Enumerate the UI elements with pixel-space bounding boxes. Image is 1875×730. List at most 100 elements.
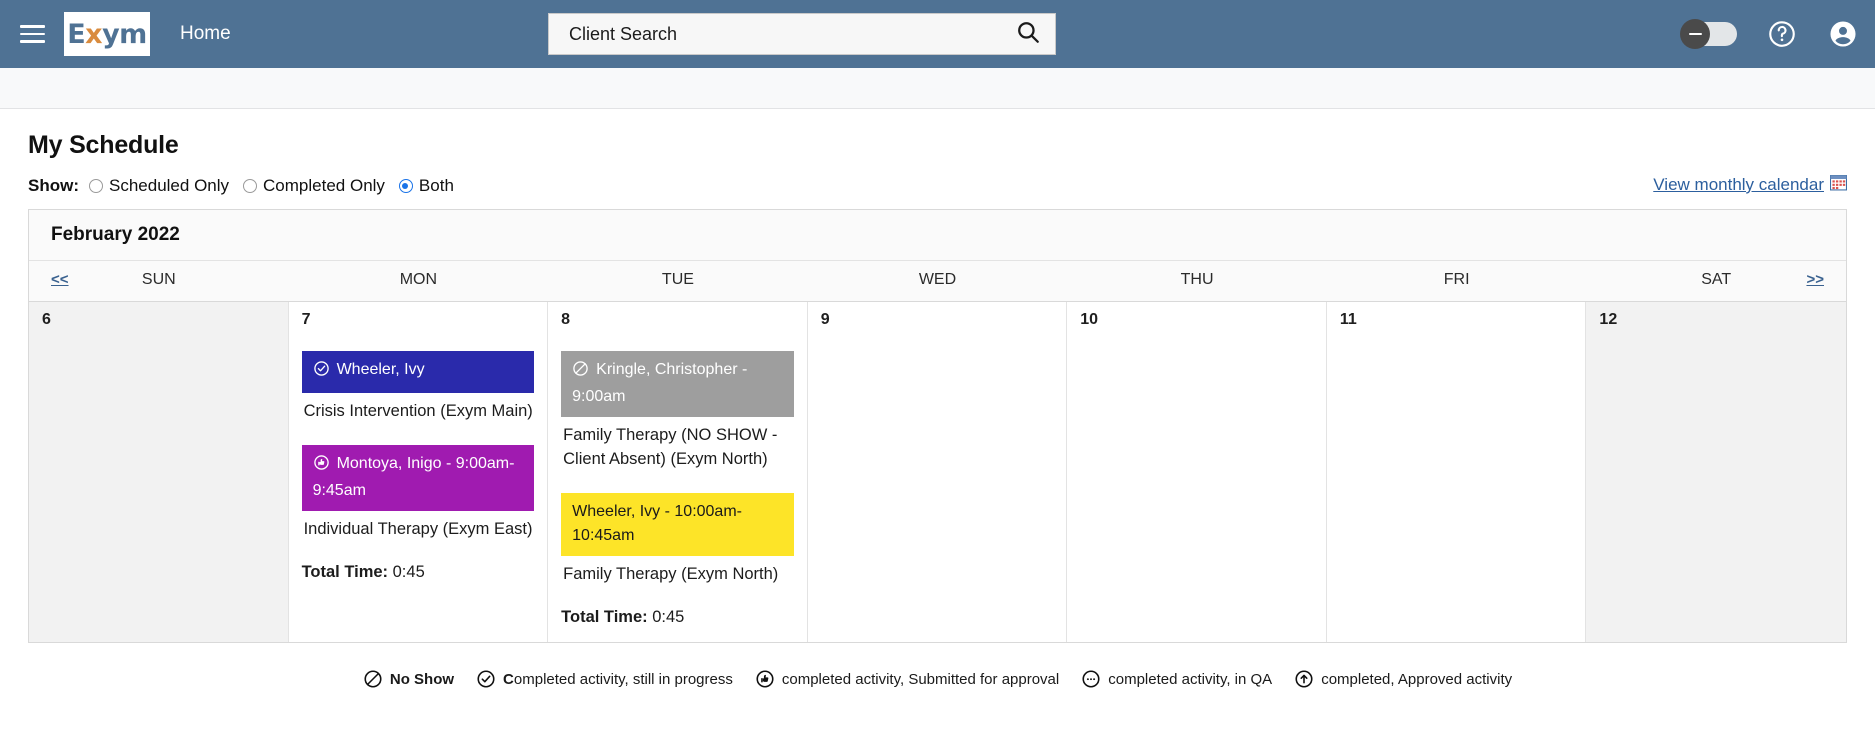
header-actions [1680, 0, 1859, 68]
day-header-tue: TUE [548, 261, 808, 301]
event-description: Family Therapy (NO SHOW - Client Absent)… [563, 426, 778, 468]
total-time-label: Total Time: [561, 608, 648, 626]
event-chip[interactable]: Wheeler, Ivy - 10:00am-10:45am [561, 493, 794, 556]
thumbs-up-circle-icon [313, 454, 330, 479]
day-header-wed: WED [808, 261, 1068, 301]
client-search-box[interactable] [548, 13, 1056, 55]
day-header-sun: << SUN [29, 261, 289, 301]
calendar-event[interactable]: Montoya, Inigo - 9:00am-9:45am Individual… [301, 445, 535, 541]
legend-label-rest: completed, Approved activity [1321, 670, 1513, 688]
legend-item: completed activity, Submitted for approv… [755, 669, 1059, 689]
no-show-icon [572, 360, 589, 385]
day-total-time: Total Time: 0:45 [302, 563, 535, 582]
legend-item: Completed activity, still in progress [476, 669, 733, 689]
radio-dot-selected[interactable] [398, 179, 413, 193]
day-header-thu: THU [1067, 261, 1327, 301]
day-header-sat: SAT >> [1586, 261, 1846, 301]
radio-completed-only[interactable]: Completed Only [243, 176, 385, 196]
legend-label-rest: completed activity, in QA [1108, 670, 1273, 688]
hamburger-bar [19, 25, 45, 28]
logo-x: x [85, 18, 103, 50]
legend-label-rest: ompleted activity, still in progress [513, 670, 733, 688]
day-number: 12 [1599, 311, 1618, 328]
total-time-value: 0:45 [388, 563, 425, 581]
legend-label-bold: No Show [389, 670, 455, 688]
search-input[interactable] [567, 22, 1015, 46]
calendar-day-cell[interactable]: 12 [1586, 302, 1846, 642]
hamburger-bar [19, 32, 45, 36]
legend-item: No Show [363, 669, 454, 689]
legend-label: No Show [390, 671, 454, 688]
event-chip-label: Wheeler, Ivy - 10:00am-10:45am [572, 503, 742, 544]
thumbs-up-circle-icon [755, 669, 775, 689]
radio-both[interactable]: Both [398, 176, 454, 196]
radio-scheduled-only[interactable]: Scheduled Only [89, 176, 229, 196]
show-label: Show: [28, 176, 79, 195]
legend-label: Completed activity, still in progress [503, 671, 733, 688]
calendar-event[interactable]: Wheeler, Ivy Crisis Intervention (Exym Ma… [301, 351, 535, 423]
theme-toggle-switch[interactable] [1680, 19, 1737, 49]
event-chip-label: Kringle, Christopher - 9:00am [572, 361, 748, 405]
account-circle-icon[interactable] [1827, 18, 1859, 50]
day-number: 8 [561, 311, 571, 328]
total-time-value: 0:45 [647, 608, 685, 626]
event-chip[interactable]: Wheeler, Ivy [301, 351, 535, 393]
radio-label: Completed Only [263, 176, 385, 195]
exym-logo[interactable]: Exym [64, 12, 150, 56]
no-show-icon [363, 669, 383, 689]
show-filter-row: Show: Scheduled Only Completed Only Both… [28, 172, 1847, 200]
event-chip[interactable]: Montoya, Inigo - 9:00am-9:45am [301, 445, 535, 511]
radio-label: Both [418, 176, 454, 195]
schedule-calendar: February 2022 << SUN MON TUE WED THU FRI [28, 209, 1847, 643]
prev-week-button[interactable]: << [51, 271, 69, 288]
day-header-label: SAT [1701, 271, 1732, 288]
help-circle-icon[interactable] [1767, 19, 1797, 49]
logo-suffix: ym [102, 18, 147, 50]
calendar-day-cell[interactable]: 9 [808, 302, 1068, 642]
calendar-day-cell[interactable]: 11 [1327, 302, 1587, 642]
legend-label-bold: C [503, 670, 514, 688]
day-header-label: WED [918, 271, 957, 288]
hamburger-bar [19, 40, 45, 43]
day-header-label: TUE [661, 271, 694, 288]
event-description: Individual Therapy (Exym East) [303, 520, 533, 538]
nav-home-link[interactable]: Home [180, 23, 231, 45]
day-header-label: MON [399, 271, 438, 288]
calendar-event[interactable]: Kringle, Christopher - 9:00am Family Ther… [561, 351, 794, 471]
day-header-label: THU [1180, 271, 1214, 288]
toggle-knob [1680, 19, 1710, 49]
event-description: Crisis Intervention (Exym Main) [303, 402, 533, 420]
event-chip[interactable]: Kringle, Christopher - 9:00am [561, 351, 794, 417]
main-content: My Schedule Show: Scheduled Only Complet… [0, 109, 1875, 689]
calendar-day-cell[interactable]: 10 [1067, 302, 1327, 642]
status-legend: No Show Completed activity, still in prog… [28, 669, 1847, 689]
day-total-time: Total Time: 0:45 [561, 608, 794, 627]
event-chip-label: Wheeler, Ivy [336, 361, 425, 378]
event-description: Family Therapy (Exym North) [563, 565, 779, 583]
legend-label: completed activity, Submitted for approv… [782, 671, 1059, 688]
view-monthly-calendar-link[interactable]: View monthly calendar [1653, 174, 1847, 196]
radio-dot[interactable] [243, 179, 258, 193]
calendar-day-cell[interactable]: 8 Kringle, Christopher - 9:00am Family The… [548, 302, 808, 642]
day-header-label: SUN [141, 271, 176, 288]
logo-prefix: E [67, 18, 86, 50]
day-number: 10 [1080, 311, 1099, 328]
calendar-event[interactable]: Wheeler, Ivy - 10:00am-10:45am Family The… [561, 493, 794, 586]
secondary-bar [0, 68, 1875, 109]
calendar-month-label: February 2022 [29, 210, 1846, 260]
legend-label-rest: completed activity, Submitted for approv… [781, 670, 1060, 688]
dots-circle-icon [1081, 669, 1101, 689]
search-icon[interactable] [1015, 19, 1041, 50]
calendar-day-cell[interactable]: 7 Wheeler, Ivy Crisis Intervention (Exym M… [289, 302, 549, 642]
app-header: Exym Home [0, 0, 1875, 68]
calendar-day-cell[interactable]: 6 [29, 302, 289, 642]
logo-text: Exym [67, 21, 147, 48]
calendar-icon [1830, 174, 1847, 196]
arrow-up-circle-icon [1294, 669, 1314, 689]
hamburger-menu-icon[interactable] [10, 12, 54, 56]
check-circle-icon [476, 669, 496, 689]
radio-dot[interactable] [89, 179, 103, 193]
day-number: 7 [301, 311, 311, 328]
next-week-button[interactable]: >> [1806, 271, 1824, 288]
legend-label: completed activity, in QA [1108, 671, 1272, 688]
